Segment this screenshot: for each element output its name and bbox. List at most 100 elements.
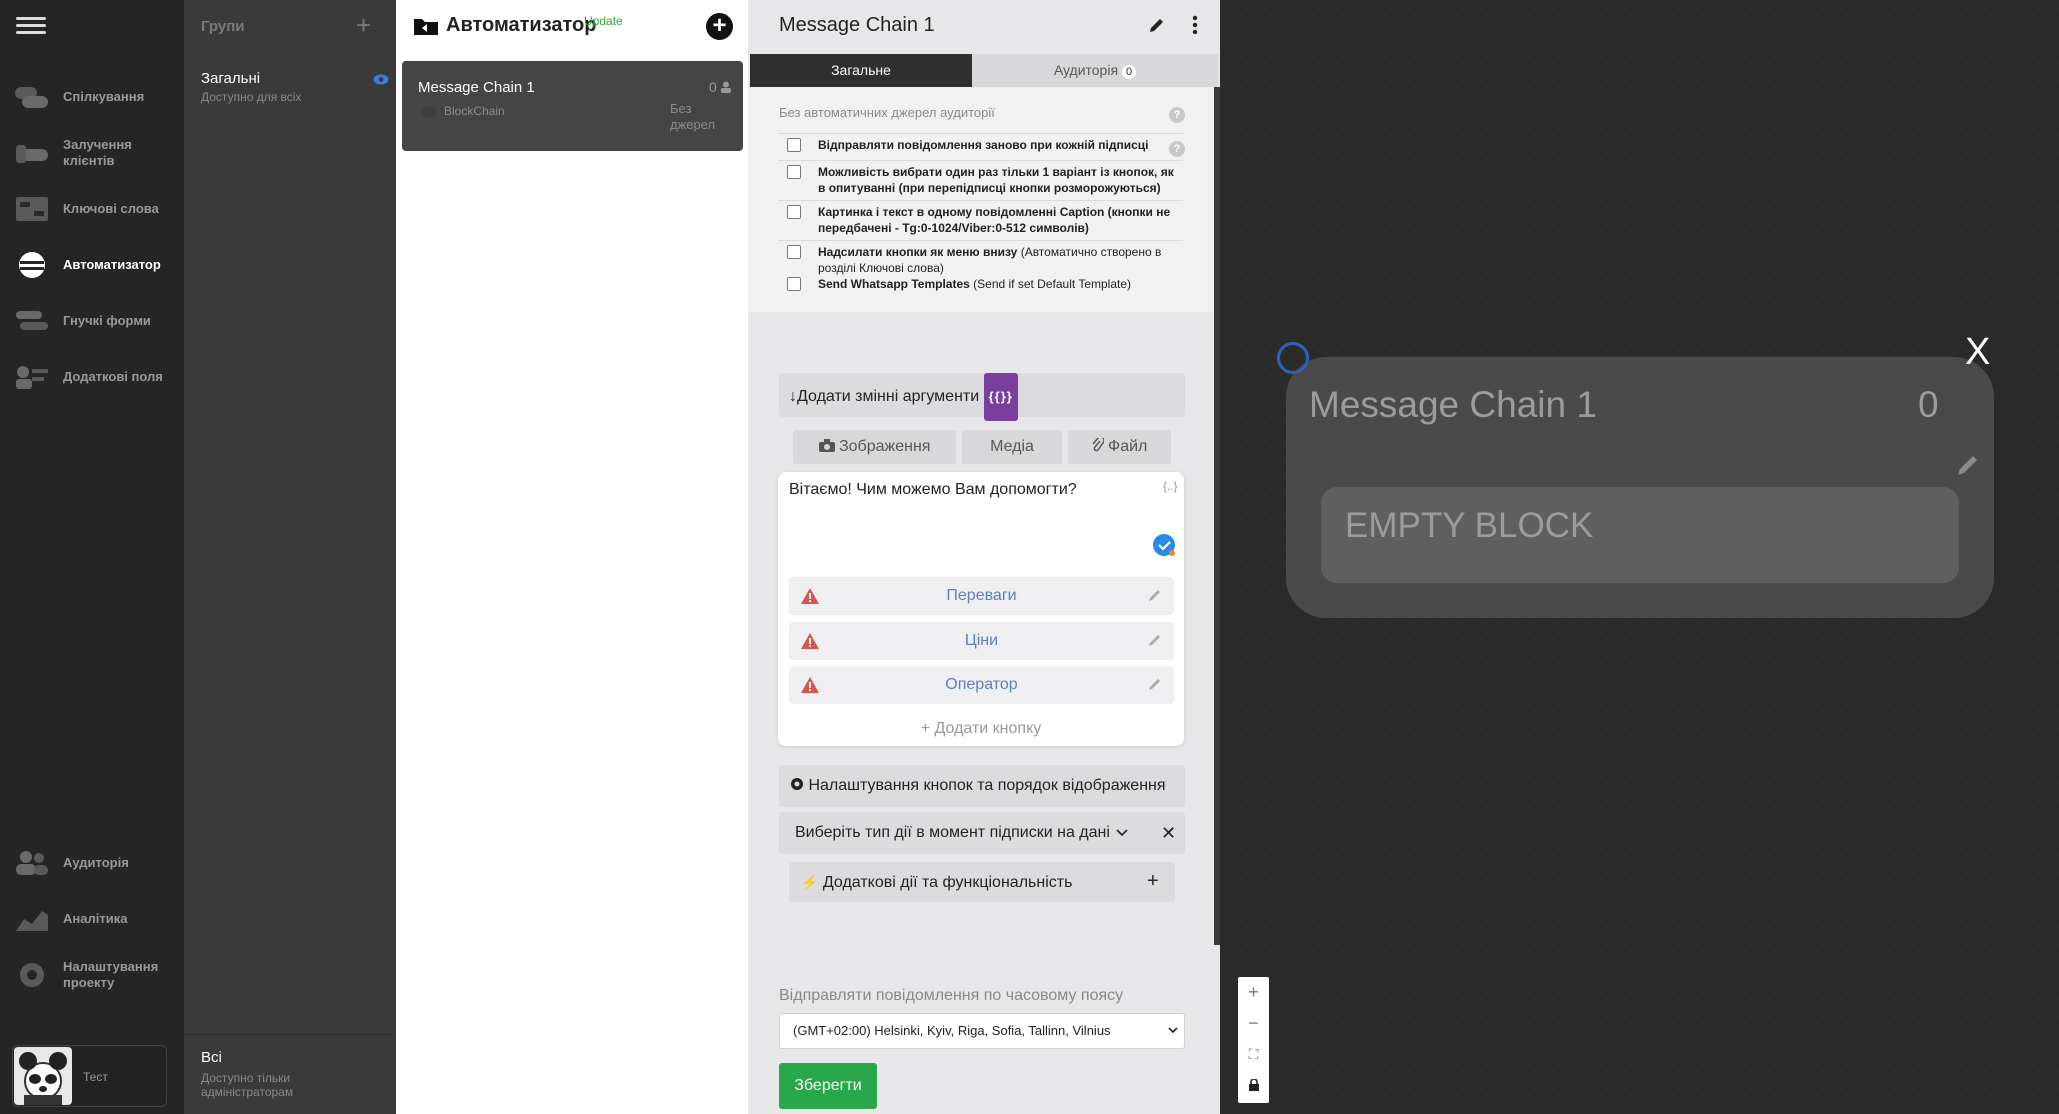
user-card[interactable]: Тест: [12, 1045, 167, 1107]
chain-card[interactable]: Message Chain 1 BlockChain 0 Без джерел: [402, 61, 743, 151]
add-button-link[interactable]: + Додати кнопку: [778, 720, 1184, 738]
media-button[interactable]: Медіа: [962, 430, 1062, 464]
tab-audience[interactable]: Аудиторія 0: [972, 54, 1218, 87]
check-icon[interactable]: [1153, 534, 1175, 556]
group-item-general[interactable]: Загальні Доступно для всіх: [201, 70, 389, 104]
keyboard-button[interactable]: Ціни: [789, 622, 1174, 660]
checkbox[interactable]: [787, 245, 801, 259]
checkbox[interactable]: [787, 138, 801, 152]
add-chain-button[interactable]: +: [706, 13, 733, 40]
flow-canvas[interactable]: Message Chain 1 0 EMPTY BLOCK X + − ⛶: [1220, 0, 2059, 1114]
chain-name: Message Chain 1: [418, 79, 535, 96]
checkbox[interactable]: [787, 165, 801, 179]
nav-label: Залучення клієнтів: [63, 137, 132, 168]
nav-item-communication[interactable]: Спілкування: [0, 69, 184, 125]
zoom-in-icon[interactable]: +: [1238, 977, 1269, 1008]
nav-item-forms[interactable]: Гнучкі форми: [0, 293, 184, 349]
audience-count-badge: 0: [1122, 65, 1137, 79]
paperclip-icon: [1092, 436, 1105, 452]
nav-label: Аудиторія: [63, 855, 129, 870]
forms-icon: [16, 311, 48, 330]
nav-item-acquisition[interactable]: Залучення клієнтів: [0, 125, 184, 181]
eye-icon[interactable]: [373, 74, 389, 85]
groups-panel: Групи + Загальні Доступно для всіх Всі Д…: [184, 0, 396, 1114]
automator-icon: [19, 252, 45, 278]
timezone-select[interactable]: (GMT+02:00) Helsinki, Kyiv, Riga, Sofia,…: [779, 1013, 1185, 1049]
option-poll[interactable]: Можливість вибрати один раз тільки 1 вар…: [778, 160, 1183, 200]
keyboard-button[interactable]: Оператор: [789, 666, 1174, 704]
pencil-icon[interactable]: [1148, 633, 1162, 647]
node-count: 0: [1918, 384, 1939, 425]
plus-icon[interactable]: +: [1147, 861, 1159, 901]
message-text[interactable]: Вітаємо! Чим можемо Вам допомогти?: [789, 481, 1077, 499]
nav-item-keywords[interactable]: Ключові слова: [0, 181, 184, 237]
variable-hint[interactable]: {..}: [1163, 479, 1178, 493]
chain-sub: BlockChain: [444, 104, 505, 118]
nav-label: Додаткові поля: [63, 369, 163, 384]
keywords-icon: [16, 197, 48, 221]
groups-title: Групи: [201, 18, 245, 35]
chains-panel: Автоматизатор Update + Message Chain 1 B…: [396, 0, 748, 1114]
keyboard-button[interactable]: Переваги: [789, 577, 1174, 615]
edit-icon[interactable]: [1148, 16, 1166, 34]
close-node-button[interactable]: X: [1965, 333, 1990, 371]
user-name: Тест: [83, 1070, 108, 1084]
nav-item-automator[interactable]: Автоматизатор: [0, 237, 184, 293]
lock-icon[interactable]: [1238, 1070, 1269, 1101]
pencil-icon[interactable]: [1148, 588, 1162, 602]
fields-icon: [16, 366, 48, 389]
keyboard-button-label: Ціни: [964, 632, 999, 649]
checkbox[interactable]: [787, 277, 801, 291]
chevron-down-icon: [1168, 1027, 1178, 1034]
image-button[interactable]: Зображення: [793, 430, 956, 464]
checkbox[interactable]: [787, 205, 801, 219]
option-bold: Можливість вибрати один раз тільки 1 вар…: [818, 165, 1174, 195]
tab-general[interactable]: Загальне: [750, 54, 972, 87]
option-bold: Надсилати кнопки як меню внизу: [818, 245, 1018, 259]
tab-label: Аудиторія: [1053, 62, 1119, 78]
user-icon: [721, 81, 731, 93]
button-label: Файл: [1108, 438, 1148, 455]
zoom-controls: + − ⛶: [1238, 977, 1269, 1103]
option-menu-buttons[interactable]: Надсилати кнопки як меню внизу (Автомати…: [778, 240, 1183, 275]
add-variables-bar[interactable]: ↓Додати змінні аргументи {{}}: [779, 373, 1185, 421]
nav-item-fields[interactable]: Додаткові поля: [0, 349, 184, 405]
option-resend[interactable]: Відправляти повідомлення заново при кожн…: [778, 133, 1183, 160]
message-card: Вітаємо! Чим можемо Вам допомогти? {..} …: [778, 472, 1184, 746]
pencil-icon[interactable]: [1956, 453, 1980, 477]
update-badge[interactable]: Update: [584, 14, 623, 28]
pencil-icon[interactable]: [1148, 677, 1162, 691]
action-type-select[interactable]: Виберіть тип дії в момент підписки на да…: [779, 812, 1185, 854]
folder-back-icon[interactable]: [413, 16, 439, 36]
extra-actions-bar[interactable]: ⚡ Додаткові дії та функціональність +: [789, 862, 1175, 902]
file-button[interactable]: Файл: [1068, 430, 1171, 464]
menu-icon[interactable]: [16, 17, 46, 34]
nav-item-project-settings[interactable]: Налаштування проекту: [0, 947, 184, 1003]
empty-block[interactable]: EMPTY BLOCK: [1321, 487, 1959, 583]
clear-icon[interactable]: ✕: [1161, 812, 1176, 854]
add-group-icon[interactable]: +: [356, 12, 371, 38]
option-label: Картинка і текст в одному повідомленні C…: [818, 204, 1178, 236]
help-icon[interactable]: ?: [1169, 107, 1185, 123]
save-button[interactable]: Зберегти: [779, 1063, 877, 1109]
nav-item-audience[interactable]: Аудиторія: [0, 835, 184, 891]
chain-node[interactable]: Message Chain 1 0 EMPTY BLOCK: [1286, 357, 1994, 618]
more-icon[interactable]: [1192, 15, 1198, 35]
button-settings-bar[interactable]: Налаштування кнопок та порядок відображе…: [779, 765, 1185, 807]
group-sub: Доступно для всіх: [201, 90, 302, 104]
node-connector[interactable]: [1277, 342, 1309, 374]
option-whatsapp[interactable]: Send Whatsapp Templates (Send if set Def…: [778, 273, 1183, 295]
nav-item-analytics[interactable]: Аналітика: [0, 891, 184, 947]
timezone-label: Відправляти повідомлення по часовому поя…: [779, 987, 1124, 1004]
options-panel: Без автоматичних джерел аудиторії ? ? Ві…: [748, 87, 1216, 312]
fit-view-icon[interactable]: ⛶: [1238, 1039, 1269, 1070]
zoom-out-icon[interactable]: −: [1238, 1008, 1269, 1039]
chain-count: 0: [709, 79, 717, 95]
option-bold: Відправляти повідомлення заново при кожн…: [818, 138, 1149, 152]
option-bold: Картинка і текст в одному повідомленні C…: [818, 205, 1171, 235]
option-label: Send Whatsapp Templates (Send if set Def…: [818, 276, 1178, 292]
nav-label: Аналітика: [63, 911, 128, 926]
option-normal: (Send if set Default Template): [969, 277, 1132, 291]
group-item-all[interactable]: Всі Доступно тільки адміністраторам: [201, 1049, 381, 1099]
option-caption[interactable]: Картинка і текст в одному повідомленні C…: [778, 200, 1183, 240]
